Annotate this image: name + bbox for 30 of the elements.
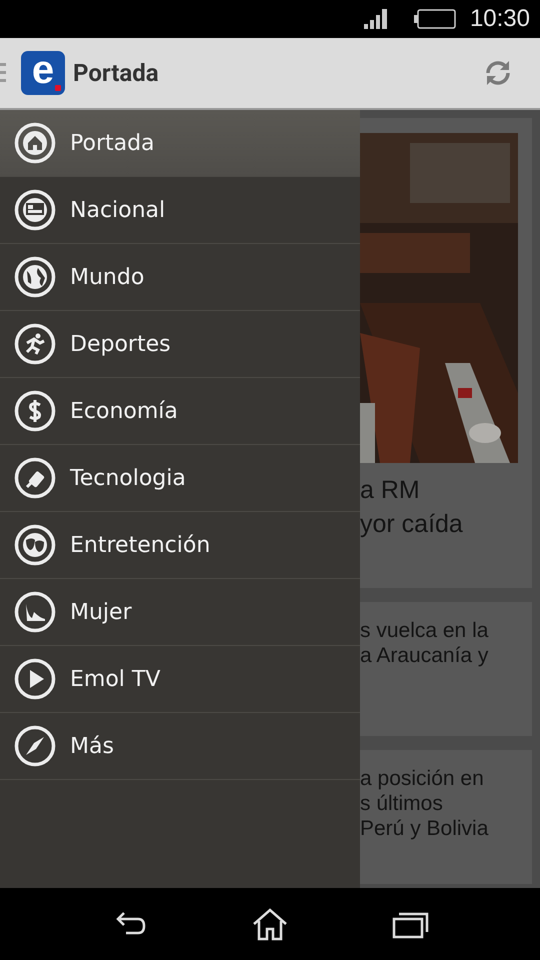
drawer-item[interactable]: Más <box>0 713 360 780</box>
play-icon <box>14 658 56 700</box>
dollar-icon <box>14 390 56 432</box>
masks-icon <box>14 524 56 566</box>
flag-icon <box>14 189 56 231</box>
headline-text: Perú y Bolivia <box>360 816 490 841</box>
drawer-item[interactable]: Entretención <box>0 512 360 579</box>
headline-text: a Araucanía y <box>360 643 490 668</box>
home-icon <box>14 122 56 164</box>
signal-icon <box>364 9 388 29</box>
drawer-item[interactable]: Deportes <box>0 311 360 378</box>
battery-icon <box>414 9 456 29</box>
headline-text: a posición en <box>360 766 485 791</box>
drawer-item[interactable]: Mundo <box>0 244 360 311</box>
drawer-item[interactable]: Emol TV <box>0 646 360 713</box>
drawer-item[interactable]: Mujer <box>0 579 360 646</box>
headline-text: s últimos <box>360 791 444 816</box>
drawer-item[interactable]: Economía <box>0 378 360 445</box>
headline-text: yor caída <box>360 509 464 540</box>
drawer-item[interactable]: Nacional <box>0 177 360 244</box>
app-logo[interactable]: e <box>21 51 65 95</box>
page-title: Portada <box>73 59 160 87</box>
globe-icon <box>14 256 56 298</box>
drawer-item[interactable]: Tecnologia <box>0 445 360 512</box>
drawer-item[interactable]: Portada <box>0 110 360 177</box>
headline-text: s vuelca en la <box>360 618 490 643</box>
runner-icon <box>14 323 56 365</box>
compass-icon <box>14 725 56 767</box>
headline-text: a RM <box>360 475 421 506</box>
clock-time: 10:30 <box>470 5 530 33</box>
